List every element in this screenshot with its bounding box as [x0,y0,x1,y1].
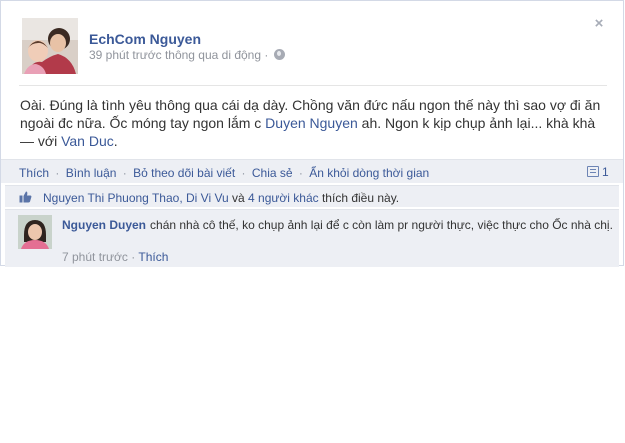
likes-suffix: thích điều này. [318,191,400,205]
unfollow-link[interactable]: Bỏ theo dõi bài viết [133,166,235,180]
with-prefix: — với [20,133,62,149]
separator: · [241,166,246,180]
comment: Nguyen Duyen chán nhà cô thế, ko chụp ảnh… [5,209,619,267]
separator: · [55,166,60,180]
message-text-end: ah. Ngon k kịp chụp ảnh lại... khà khà [357,115,596,131]
likes-row: Nguyen Thi Phuong Thao, Di Vi Vu và 4 ng… [5,185,619,207]
mention-link[interactable]: Duyen Nguyen [265,115,358,131]
with-suffix: . [113,133,118,149]
post-message: Oài. Đúng là tình yêu thông qua cái dạ d… [20,96,605,150]
divider [19,85,607,86]
comment-count[interactable]: 1 [587,165,609,179]
action-bar: Thích · Bình luận · Bỏ theo dõi bài viết… [1,159,623,183]
hide-from-timeline-link[interactable]: Ẩn khỏi dòng thời gian [309,166,429,180]
author-avatar[interactable] [22,18,78,74]
post-timestamp[interactable]: 39 phút trước thông qua di động · [89,48,268,62]
globe-icon[interactable] [273,49,285,60]
post-meta: 39 phút trước thông qua di động · [89,48,285,62]
likers-link[interactable]: Nguyen Thi Phuong Thao, Di Vi Vu [43,191,229,205]
comment-link[interactable]: Bình luận [66,166,117,180]
post-author[interactable]: EchCom Nguyen [89,31,201,47]
commenter-avatar[interactable] [18,215,52,249]
close-icon[interactable]: × [592,16,606,31]
like-link[interactable]: Thích [19,166,49,180]
comment-text: chán nhà cô thế, ko chụp ảnh lại để c cò… [150,218,613,232]
separator: · [298,166,303,180]
comment-meta: 7 phút trước · Thích [62,250,168,264]
action-links: Thích · Bình luận · Bỏ theo dõi bài viết… [19,166,429,180]
comment-count-value: 1 [602,165,609,179]
story-card: EchCom Nguyen 39 phút trước thông qua di… [0,0,624,267]
separator: · [127,250,139,264]
share-link[interactable]: Chia sẻ [252,166,293,180]
separator: · [122,166,127,180]
commenter-name[interactable]: Nguyen Duyen [62,218,146,232]
thumbs-up-icon [19,191,32,203]
likes-conjunction: và [228,191,249,205]
others-link[interactable]: 4 người khác [248,191,319,205]
tagged-friend-link[interactable]: Van Duc [61,133,114,149]
comment-body: Nguyen Duyen chán nhà cô thế, ko chụp ảnh… [62,217,614,233]
comment-bubble-icon [587,166,599,177]
comment-like-link[interactable]: Thích [138,250,168,264]
comment-time[interactable]: 7 phút trước [62,250,128,264]
likes-text: Nguyen Thi Phuong Thao, Di Vi Vu và 4 ng… [43,191,399,205]
